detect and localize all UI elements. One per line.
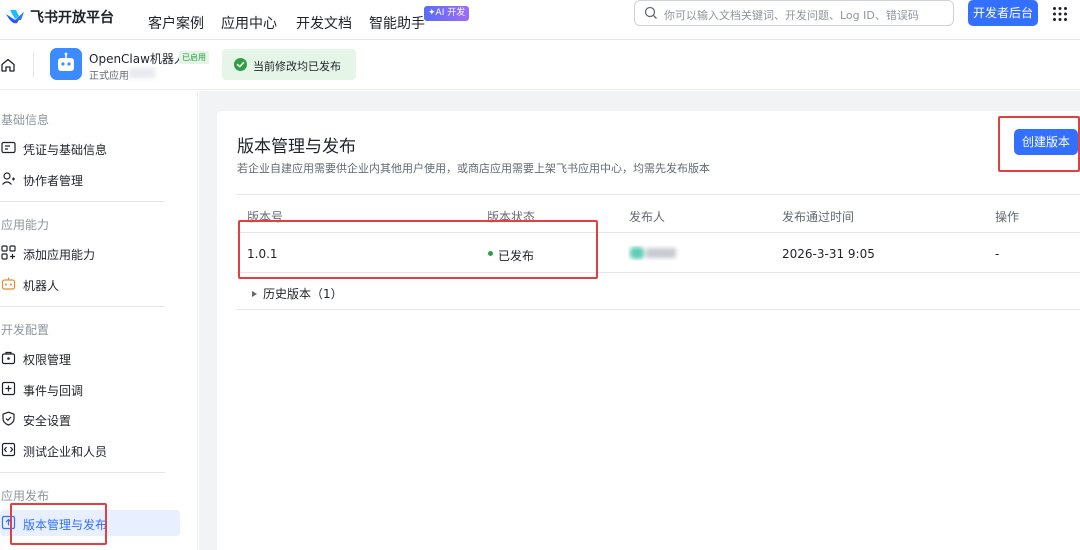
- annotation-highlight-create: [998, 116, 1080, 172]
- ai-dev-badge: ✦AI 开发: [424, 6, 470, 21]
- sidebar-divider: [0, 306, 165, 307]
- sidebar-item-credentials[interactable]: 凭证与基础信息: [0, 135, 180, 161]
- sidebar-item-add-capability[interactable]: 添加应用能力: [0, 240, 180, 266]
- annotation-highlight-row: [238, 220, 598, 279]
- check-circle-icon: [234, 58, 247, 71]
- column-header-publisher: 发布人: [629, 210, 666, 224]
- shield-icon: [2, 411, 15, 426]
- page-description: 若企业自建应用需要供企业内其他用户使用，或商店应用需要上架飞书应用中心，均需先发…: [237, 162, 710, 175]
- column-header-time: 发布通过时间: [782, 210, 855, 224]
- sidebar-item-robot[interactable]: 机器人: [0, 271, 180, 297]
- sidebar-divider: [0, 472, 165, 473]
- robot-icon: [1, 277, 16, 290]
- event-icon: [1, 381, 16, 396]
- sidebar-item-security[interactable]: 安全设置: [0, 406, 180, 432]
- app-avatar: [50, 48, 82, 80]
- sidebar-item-permissions[interactable]: 权限管理: [0, 345, 180, 371]
- sidebar-item-collaborators[interactable]: 协作者管理: [0, 166, 180, 192]
- redacted-text: [129, 68, 155, 78]
- nav-dev-docs[interactable]: 开发文档: [296, 13, 352, 33]
- app-type: 正式应用: [89, 71, 129, 82]
- page-title: 版本管理与发布: [237, 137, 356, 157]
- section-title-capabilities: 应用能力: [1, 218, 50, 232]
- nav-ai-assistant[interactable]: 智能助手: [369, 13, 425, 33]
- publisher-avatar-redacted: [630, 247, 676, 259]
- add-capability-icon: [1, 245, 16, 260]
- cell-publish-time: 2026-3-31 9:05: [782, 247, 875, 261]
- enabled-badge: 已启用: [179, 51, 209, 64]
- history-versions-toggle[interactable]: 历史版本（1）: [252, 285, 343, 302]
- feishu-logo-icon: [6, 10, 24, 24]
- history-label: 历史版本（1）: [263, 287, 343, 301]
- top-navigation-bar: 飞书开放平台 客户案例 应用中心 开发文档 智能助手 ✦AI 开发 你可以输入文…: [0, 0, 1080, 40]
- publish-status-banner: 当前修改均已发布: [222, 49, 356, 80]
- sidebar-item-label: 机器人: [23, 279, 60, 293]
- sidebar-item-label: 权限管理: [23, 353, 72, 367]
- logo-text: 飞书开放平台: [30, 10, 114, 26]
- sidebar-divider: [0, 201, 165, 202]
- app-header: OpenClaw机器人 已启用 正式应用 当前修改均已发布: [0, 40, 1080, 90]
- section-title-publish: 应用发布: [1, 489, 50, 503]
- nav-app-center[interactable]: 应用中心: [221, 13, 277, 33]
- permission-icon: [1, 351, 16, 365]
- test-icon: [1, 442, 16, 457]
- sidebar-item-test-users[interactable]: 测试企业和人员: [0, 437, 180, 463]
- credential-icon: [1, 141, 16, 154]
- history-border: [236, 309, 1080, 310]
- version-management-card: [217, 111, 1080, 550]
- column-header-action: 操作: [995, 210, 1020, 224]
- table-top-border: [236, 194, 1080, 195]
- cell-action: -: [995, 247, 1000, 261]
- search-placeholder: 你可以输入文档关键词、开发问题、Log ID、错误码: [664, 9, 919, 22]
- header-divider: [33, 52, 34, 78]
- feishu-logo[interactable]: 飞书开放平台: [4, 6, 114, 28]
- apps-grid-icon[interactable]: [1052, 6, 1068, 22]
- annotation-highlight-sidebar: [10, 503, 107, 545]
- section-title-dev-config: 开发配置: [1, 323, 50, 337]
- nav-customer-cases[interactable]: 客户案例: [148, 13, 204, 33]
- sidebar-item-label: 事件与回调: [23, 384, 84, 398]
- sidebar-item-label: 凭证与基础信息: [23, 143, 108, 157]
- search-input[interactable]: 你可以输入文档关键词、开发问题、Log ID、错误码: [634, 0, 954, 26]
- collaborator-icon: [2, 172, 15, 185]
- section-title-basic: 基础信息: [1, 113, 50, 127]
- sidebar-item-label: 安全设置: [23, 414, 72, 428]
- sidebar-item-events[interactable]: 事件与回调: [0, 376, 180, 402]
- sidebar-item-label: 添加应用能力: [23, 248, 96, 262]
- app-name: OpenClaw机器人: [89, 52, 186, 66]
- caret-right-icon: [252, 291, 257, 297]
- home-icon[interactable]: [0, 57, 16, 73]
- developer-console-button[interactable]: 开发者后台: [968, 0, 1038, 26]
- sidebar-item-label: 协作者管理: [23, 174, 84, 188]
- publish-status-text: 当前修改均已发布: [253, 60, 341, 73]
- search-icon: [644, 6, 657, 19]
- sidebar-item-label: 测试企业和人员: [23, 445, 108, 459]
